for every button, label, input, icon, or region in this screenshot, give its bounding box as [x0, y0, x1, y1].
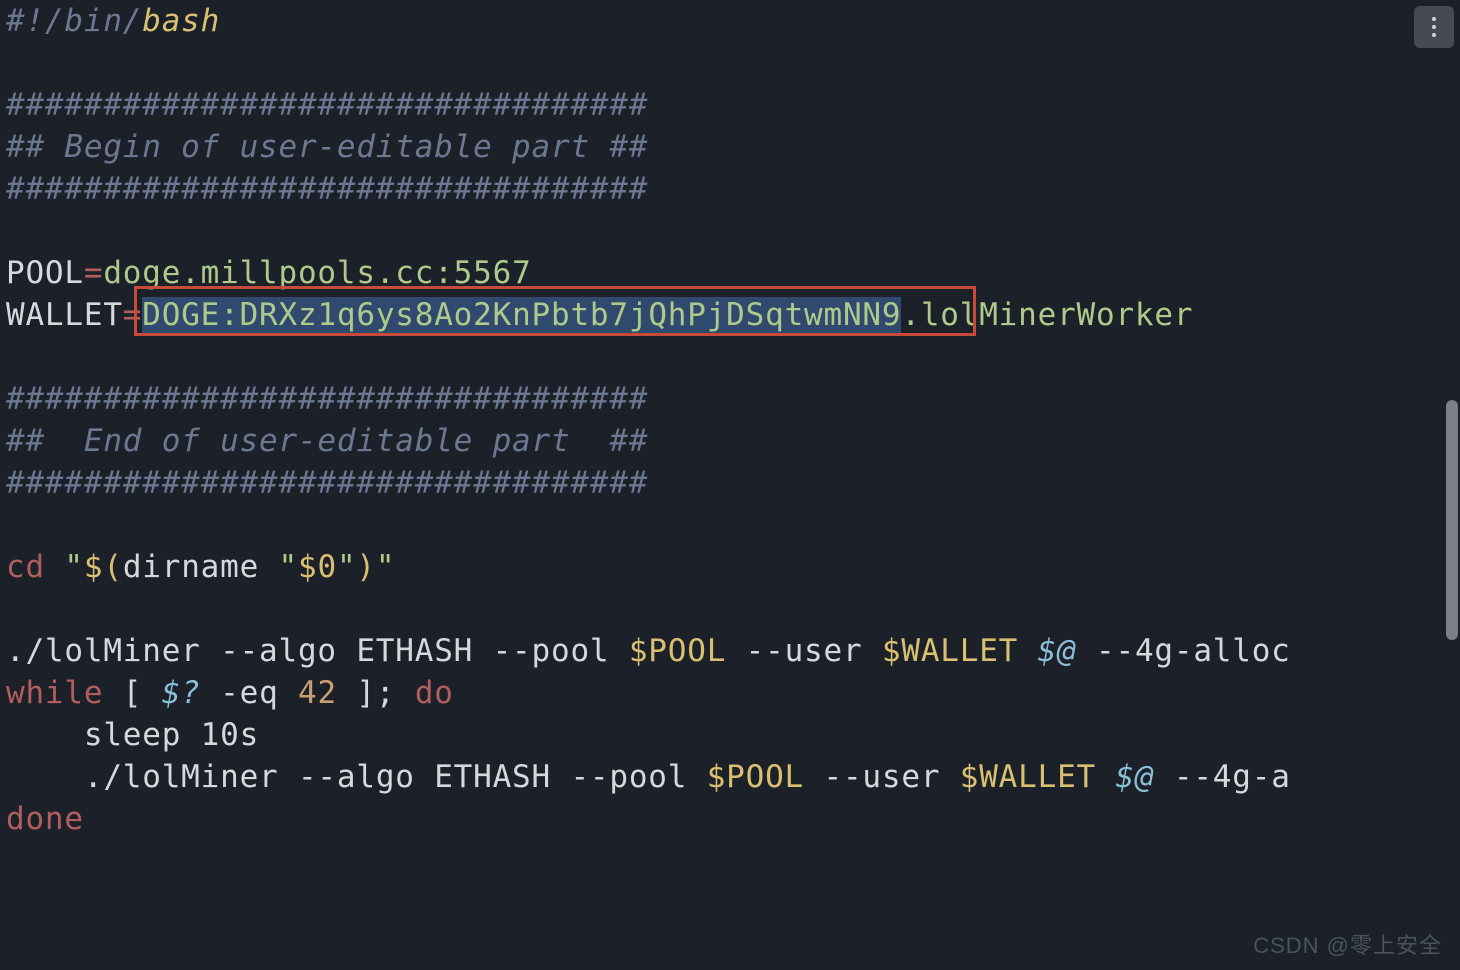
more-menu-button[interactable]: [1414, 6, 1454, 48]
code-block: #!/bin/bash ############################…: [6, 0, 1460, 840]
vertical-dots-icon: [1432, 15, 1436, 39]
comment-begin: ## Begin of user-editable part ##: [6, 129, 648, 165]
run-line-2: ./lolMiner --algo ETHASH --pool: [84, 759, 707, 795]
watermark-text: CSDN @零上安全: [1253, 928, 1442, 960]
kw-while: while: [6, 675, 103, 711]
var-pool: POOL: [6, 255, 84, 291]
wallet-selected[interactable]: DOGE:DRXz1q6ys8Ao2KnPbtb7jQhPjDSqtwmNN9: [142, 297, 901, 333]
run-line-1: ./lolMiner --algo ETHASH --pool: [6, 633, 629, 669]
comment-rule: #################################: [6, 381, 648, 417]
vertical-scrollbar[interactable]: [1446, 400, 1458, 640]
pool-value: doge.millpools.cc:5567: [103, 255, 531, 291]
cmd-cd: cd: [6, 549, 45, 585]
comment-rule: #################################: [6, 171, 648, 207]
kw-done: done: [6, 801, 84, 837]
shebang: #!/bin/bash: [6, 3, 220, 39]
code-editor[interactable]: #!/bin/bash ############################…: [0, 0, 1460, 970]
wallet-rest: .lolMinerWorker: [901, 297, 1193, 333]
comment-rule: #################################: [6, 465, 648, 501]
comment-end: ## End of user-editable part ##: [6, 423, 648, 459]
var-wallet: WALLET: [6, 297, 123, 333]
comment-rule: #################################: [6, 87, 648, 123]
cmd-sleep: sleep: [84, 717, 201, 753]
